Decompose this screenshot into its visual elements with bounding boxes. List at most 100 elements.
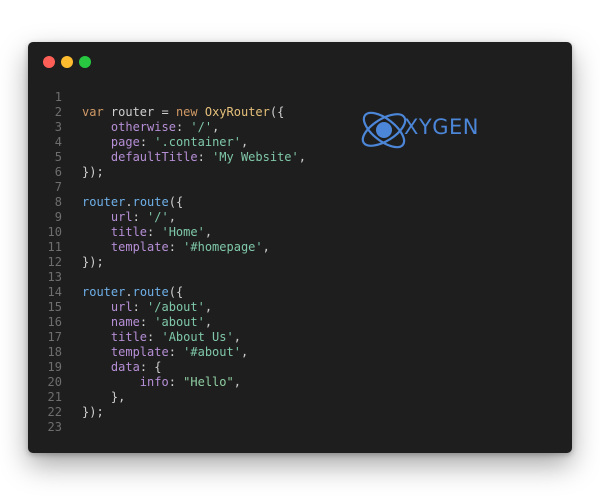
code-token: . [125, 195, 133, 209]
code-token: , [240, 345, 249, 359]
code-token: route [132, 195, 169, 209]
atom-orbit-o-icon [361, 111, 407, 149]
code-token: , [298, 150, 306, 164]
code-text: info: "Hello", [62, 375, 241, 390]
code-text: otherwise: '/', [62, 120, 219, 135]
code-token: : [147, 225, 162, 239]
line-number: 9 [54, 210, 62, 224]
code-token: , [204, 225, 213, 239]
code-token: 'about' [154, 315, 205, 329]
code-token: template [110, 240, 169, 254]
code-line: 1 [28, 90, 572, 105]
code-token: , [233, 375, 241, 389]
code-token: router [82, 195, 126, 209]
code-token: router = [103, 105, 176, 119]
code-token: : [168, 375, 184, 389]
code-token: ({ [168, 285, 184, 299]
window-controls [43, 56, 91, 68]
code-text: data: { [62, 360, 162, 375]
line-number: 22 [47, 405, 62, 419]
code-token: : [132, 300, 148, 314]
code-token: title [110, 330, 148, 344]
line-number: 14 [47, 285, 62, 299]
code-line: 13 [28, 270, 572, 285]
line-number: 15 [47, 300, 62, 314]
code-token: 'My Website' [212, 150, 299, 164]
maximize-button[interactable] [79, 56, 91, 68]
code-token: name [110, 315, 140, 329]
code-line: 10 title: 'Home', [28, 225, 572, 240]
code-token: template [110, 345, 169, 359]
code-token: }); [82, 405, 104, 419]
code-text: title: 'Home', [62, 225, 212, 240]
code-line: 3 otherwise: '/', [28, 120, 572, 135]
code-text: url: '/', [62, 210, 176, 225]
oxygen-logo: XYGEN [358, 104, 488, 156]
line-number: 17 [47, 330, 62, 344]
code-token: '/' [190, 120, 213, 134]
code-text: }); [62, 255, 104, 270]
code-editor[interactable]: 1 2 var router = new OxyRouter({3 otherwis… [28, 90, 572, 435]
line-number: 4 [54, 135, 62, 149]
code-token: , [204, 300, 213, 314]
code-token: }); [82, 165, 104, 179]
line-number: 16 [47, 315, 62, 329]
code-token: . [125, 285, 133, 299]
code-token: : [132, 210, 148, 224]
code-token: '#about' [183, 345, 241, 359]
code-token: OxyRouter [204, 105, 270, 119]
code-token: page [110, 135, 140, 149]
code-text: template: '#about', [62, 345, 248, 360]
code-token: route [132, 285, 169, 299]
code-token: '/about' [147, 300, 205, 314]
code-text: var router = new OxyRouter({ [62, 105, 284, 120]
code-token: defaultTitle [110, 150, 198, 164]
code-line: 19 data: { [28, 360, 572, 375]
code-token: , [262, 240, 270, 254]
code-token: }); [82, 255, 104, 269]
code-text: template: '#homepage', [62, 240, 270, 255]
line-number: 23 [47, 420, 62, 434]
code-token: : { [139, 360, 162, 374]
code-text: name: 'about', [62, 315, 212, 330]
code-token: : [168, 240, 184, 254]
code-text: }); [62, 405, 104, 420]
code-window: 1 2 var router = new OxyRouter({3 otherwis… [28, 42, 572, 453]
line-number: 10 [47, 225, 62, 239]
line-number: 5 [54, 150, 62, 164]
code-line: 15 url: '/about', [28, 300, 572, 315]
code-token: ({ [269, 105, 285, 119]
line-number: 7 [54, 180, 62, 194]
code-token: 'Home' [161, 225, 205, 239]
code-text: }); [62, 165, 104, 180]
line-number: 2 [54, 105, 62, 119]
code-line: 18 template: '#about', [28, 345, 572, 360]
code-token: '/' [147, 210, 169, 224]
code-line: 8 router.route({ [28, 195, 572, 210]
minimize-button[interactable] [61, 56, 73, 68]
code-token: '#homepage' [183, 240, 263, 254]
code-token: , [240, 135, 249, 149]
code-token: , [168, 210, 176, 224]
code-token: router [82, 285, 126, 299]
code-token: }, [82, 390, 126, 404]
code-token: url [110, 210, 133, 224]
close-button[interactable] [43, 56, 55, 68]
code-line: 17 title: 'About Us', [28, 330, 572, 345]
code-text: defaultTitle: 'My Website', [62, 150, 306, 165]
code-line: 9 url: '/', [28, 210, 572, 225]
logo-text: XYGEN [404, 115, 479, 139]
